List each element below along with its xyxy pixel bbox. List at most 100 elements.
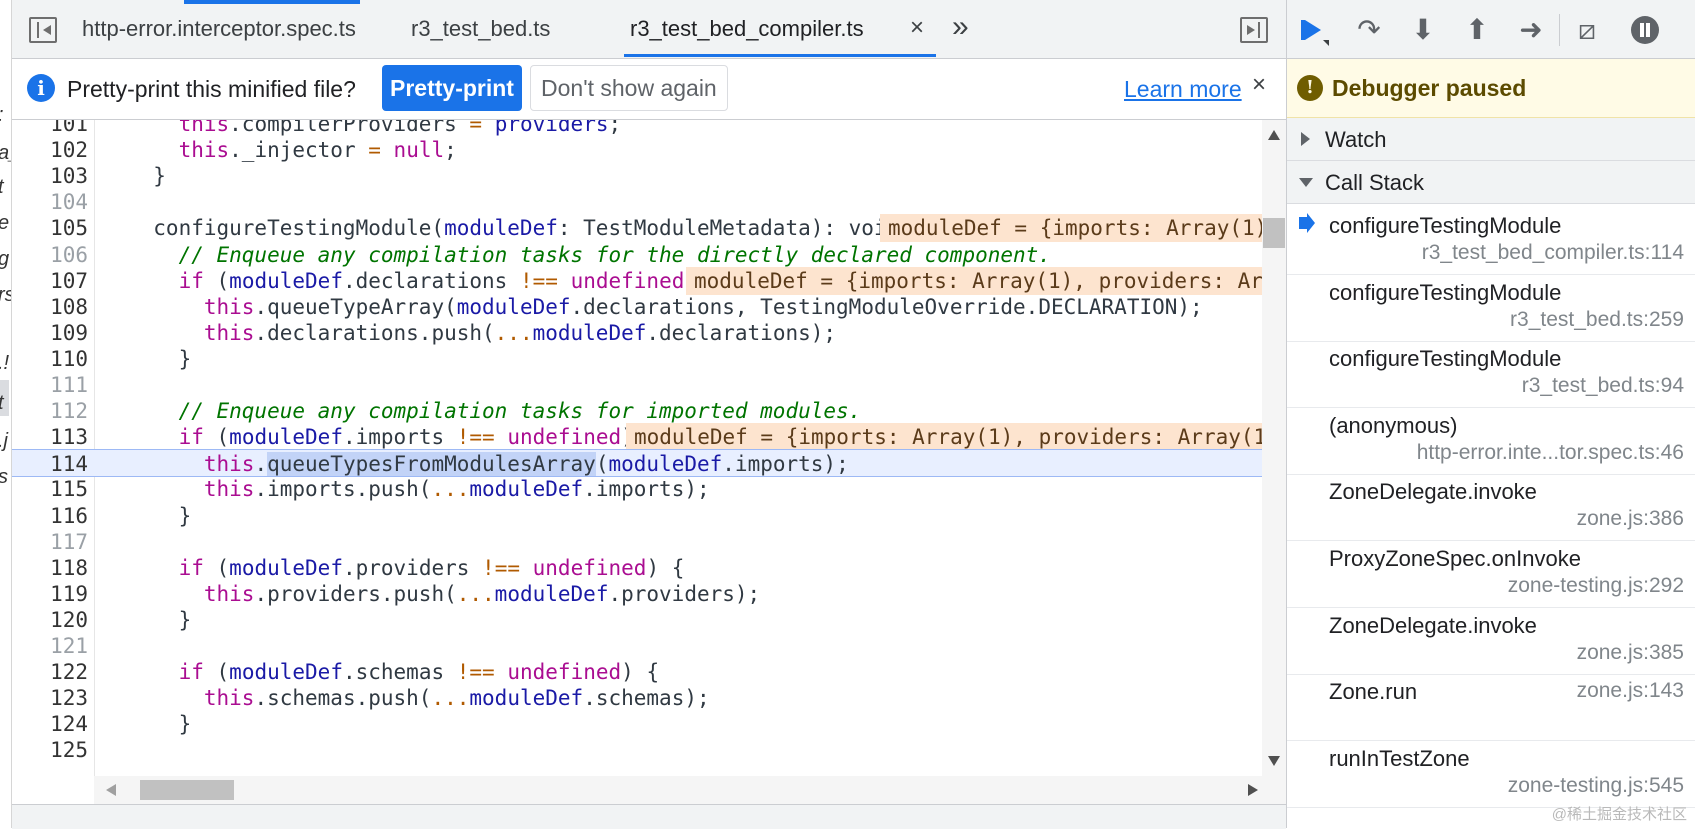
code-line[interactable]: 121 [12,632,1262,660]
line-number[interactable]: 121 [12,632,88,660]
scroll-left-icon[interactable] [106,784,116,796]
code-line[interactable]: 116 } [12,502,1262,530]
step-into-button[interactable]: ⬇ [1407,14,1439,46]
code-line[interactable]: 122 if (moduleDef.schemas !== undefined)… [12,658,1262,686]
code-line[interactable]: 123 this.schemas.push(...moduleDef.schem… [12,684,1262,712]
code-line[interactable]: 111 [12,371,1262,399]
call-frame[interactable]: configureTestingModule r3_test_bed.ts:94 [1287,336,1695,409]
code-line[interactable]: 107 if (moduleDef.declarations !== undef… [12,266,1262,295]
line-number[interactable]: 115 [12,475,88,503]
pause-on-exceptions-button[interactable] [1629,14,1661,46]
code-line[interactable]: 104 [12,188,1262,216]
line-number[interactable]: 104 [12,188,88,216]
close-icon[interactable]: × [1252,71,1266,99]
code-line[interactable]: 120 } [12,606,1262,634]
frame-location[interactable]: zone-testing.js:545 [1508,774,1684,798]
line-number[interactable]: 108 [12,293,88,321]
resume-button[interactable] [1299,14,1331,46]
frame-location[interactable]: http-error.inte...tor.spec.ts:46 [1417,441,1684,465]
frame-location[interactable]: zone-testing.js:292 [1508,574,1684,598]
chevron-double-right-icon[interactable]: » [952,10,969,44]
call-frame[interactable]: ZoneDelegate.invoke zone.js:385 [1287,603,1695,675]
learn-more-link[interactable]: Learn more [1124,76,1242,103]
step-out-button[interactable]: ⬆ [1461,14,1493,46]
call-frame[interactable]: configureTestingModule r3_test_bed.ts:259 [1287,270,1695,342]
line-number[interactable]: 114 [12,450,88,478]
line-number[interactable]: 103 [12,162,88,190]
line-number[interactable]: 117 [12,528,88,556]
line-number[interactable]: 124 [12,710,88,738]
code-line[interactable]: 103 } [12,162,1262,190]
toggle-navigator-button[interactable] [29,17,57,43]
step-button[interactable]: ➜ [1515,14,1547,46]
source-text: this.providers.push(...moduleDef.provide… [203,581,761,606]
line-number[interactable]: 107 [12,267,88,295]
tab-r3-test-bed[interactable]: r3_test_bed.ts [411,16,550,42]
line-number[interactable]: 118 [12,554,88,582]
line-number[interactable]: 109 [12,319,88,347]
code-line[interactable]: 112 // Enqueue any compilation tasks for… [12,397,1262,425]
call-frame[interactable]: ProxyZoneSpec.onInvoke zone-testing.js:29… [1287,536,1695,608]
frame-location[interactable]: r3_test_bed.ts:259 [1510,308,1684,332]
code-line[interactable]: 106 // Enqueue any compilation tasks for… [12,241,1262,269]
code-line[interactable]: 113 if (moduleDef.imports !== undefined)… [12,423,1262,452]
scroll-down-icon[interactable] [1268,756,1280,766]
watch-section-header[interactable]: Watch [1287,118,1695,161]
frame-location[interactable]: r3_test_bed.ts:94 [1522,374,1684,398]
line-number[interactable]: 105 [12,214,88,242]
line-number[interactable]: 122 [12,658,88,686]
code-line[interactable]: 102 this._injector = null; [12,136,1262,164]
code-line[interactable]: 118 if (moduleDef.providers !== undefine… [12,554,1262,582]
call-stack-section-header[interactable]: Call Stack [1287,161,1695,204]
code-line[interactable]: 108 this.queueTypeArray(moduleDef.declar… [12,293,1262,321]
scroll-thumb[interactable] [1263,218,1285,248]
frame-location[interactable]: r3_test_bed_compiler.ts:114 [1422,241,1684,265]
frame-function-name: configureTestingModule [1329,346,1562,372]
frame-location[interactable]: zone.js:385 [1577,641,1684,665]
deactivate-breakpoints-button[interactable]: ⧄ [1571,14,1603,46]
line-number[interactable]: 123 [12,684,88,712]
info-icon: i [27,74,55,102]
code-line[interactable]: 110 } [12,345,1262,373]
line-number[interactable]: 102 [12,136,88,164]
code-line[interactable]: 124 } [12,710,1262,738]
expand-arrow-icon [1301,132,1310,146]
horizontal-scrollbar[interactable] [94,776,1286,804]
execution-line[interactable]: 114 this.queueTypesFromModulesArray(modu… [12,449,1262,478]
call-frame[interactable]: runInTestZone zone-testing.js:545 [1287,736,1695,808]
line-number[interactable]: 120 [12,606,88,634]
dont-show-again-button[interactable]: Don't show again [530,65,728,111]
pretty-print-button[interactable]: Pretty-print [382,65,522,111]
tab-r3-test-bed-compiler[interactable]: r3_test_bed_compiler.ts [630,16,864,42]
code-view[interactable]: 101 this.compilerProviders = providers; 1… [12,120,1262,776]
code-line[interactable]: 125 [12,736,1262,764]
call-frame[interactable]: ZoneDelegate.invoke zone.js:386 [1287,469,1695,542]
line-number[interactable]: 110 [12,345,88,373]
step-over-button[interactable]: ↷ [1353,14,1385,46]
toggle-debugger-button[interactable] [1240,17,1268,43]
code-line[interactable]: 115 this.imports.push(...moduleDef.impor… [12,475,1262,503]
frame-location[interactable]: zone.js:143 [1577,679,1684,703]
line-number[interactable]: 111 [12,371,88,399]
close-icon[interactable]: × [910,14,924,42]
line-number[interactable]: 113 [12,423,88,451]
code-line[interactable]: 109 this.declarations.push(...moduleDef.… [12,319,1262,347]
line-number[interactable]: 125 [12,736,88,764]
scroll-up-icon[interactable] [1268,130,1280,140]
scroll-thumb[interactable] [140,780,234,800]
call-frame[interactable]: configureTestingModule r3_test_bed_compil… [1287,203,1695,275]
code-line[interactable]: 119 this.providers.push(...moduleDef.pro… [12,580,1262,608]
tab-http-error-interceptor-spec[interactable]: http-error.interceptor.spec.ts [82,16,356,42]
call-frame[interactable]: (anonymous) http-error.inte...tor.spec.ts… [1287,403,1695,475]
line-number[interactable]: 119 [12,580,88,608]
code-line[interactable]: 117 [12,528,1262,556]
line-number[interactable]: 112 [12,397,88,425]
code-line[interactable]: 105 configureTestingModule(moduleDef: Te… [12,214,1262,243]
line-number[interactable]: 106 [12,241,88,269]
vertical-scrollbar[interactable] [1262,120,1286,776]
frame-location[interactable]: zone.js:386 [1577,507,1684,531]
line-number[interactable]: 116 [12,502,88,530]
strip-text: rs [0,284,11,307]
scroll-right-icon[interactable] [1248,784,1258,796]
call-frame[interactable]: Zone.run zone.js:143 [1287,669,1695,742]
